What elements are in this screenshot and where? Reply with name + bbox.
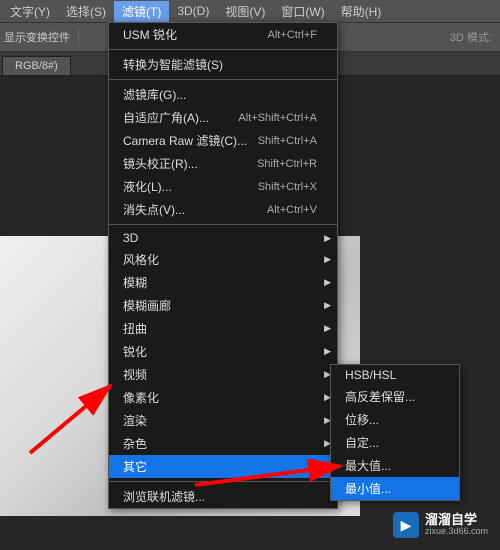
- menubar: 文字(Y) 选择(S) 滤镜(T) 3D(D) 视图(V) 窗口(W) 帮助(H…: [0, 0, 500, 22]
- menu-item-blur[interactable]: 模糊 ▶: [109, 271, 337, 294]
- menu-label: 位移...: [345, 411, 379, 428]
- watermark-site: zixue.3d66.com: [425, 527, 488, 537]
- menu-3d[interactable]: 3D(D): [169, 2, 217, 20]
- menu-item-usm[interactable]: USM 锐化 Alt+Ctrl+F: [109, 23, 337, 46]
- menu-item-other[interactable]: 其它▶: [109, 455, 337, 478]
- menu-item-liquify[interactable]: 液化(L)... Shift+Ctrl+X: [109, 175, 337, 198]
- menu-label: 自定...: [345, 434, 379, 451]
- chevron-right-icon: ▶: [324, 300, 331, 311]
- menu-separator: [109, 481, 337, 482]
- menu-label: 浏览联机滤镜...: [123, 488, 205, 505]
- watermark-brand: 溜溜自学: [425, 513, 488, 527]
- menu-help[interactable]: 帮助(H): [333, 1, 390, 22]
- chevron-right-icon: ▶: [324, 277, 331, 288]
- menu-label: 锐化: [123, 343, 147, 360]
- menu-text[interactable]: 文字(Y): [2, 1, 58, 22]
- menu-shortcut: Shift+Ctrl+R: [257, 158, 317, 170]
- menu-item-camera-raw[interactable]: Camera Raw 滤镜(C)... Shift+Ctrl+A: [109, 129, 337, 152]
- menu-label: HSB/HSL: [345, 368, 396, 382]
- watermark-text: 溜溜自学 zixue.3d66.com: [425, 513, 488, 537]
- menu-item-lens[interactable]: 镜头校正(R)... Shift+Ctrl+R: [109, 152, 337, 175]
- menu-label: 高反差保留...: [345, 388, 415, 405]
- menu-item-gallery[interactable]: 滤镜库(G)...: [109, 83, 337, 106]
- menu-label: 扭曲: [123, 320, 147, 337]
- menu-label: 杂色: [123, 435, 147, 452]
- menu-label: 自适应广角(A)...: [123, 109, 209, 126]
- menu-item-pixelate[interactable]: 像素化▶: [109, 386, 337, 409]
- watermark-logo-icon: ▶: [393, 512, 419, 538]
- menu-item-3d[interactable]: 3D ▶: [109, 228, 337, 248]
- menu-item-render[interactable]: 渲染▶: [109, 409, 337, 432]
- menu-label: 渲染: [123, 412, 147, 429]
- menu-shortcut: Alt+Ctrl+F: [267, 29, 317, 41]
- menu-item-smart-filter[interactable]: 转换为智能滤镜(S): [109, 53, 337, 76]
- watermark: ▶ 溜溜自学 zixue.3d66.com: [393, 512, 488, 538]
- filter-menu: USM 锐化 Alt+Ctrl+F 转换为智能滤镜(S) 滤镜库(G)... 自…: [108, 22, 338, 509]
- submenu-custom[interactable]: 自定...: [331, 431, 459, 454]
- menu-item-sharpen[interactable]: 锐化 ▶: [109, 340, 337, 363]
- menu-label: 最大值...: [345, 457, 391, 474]
- menu-label: 最小值...: [345, 480, 391, 497]
- menu-separator: [109, 224, 337, 225]
- menu-item-video[interactable]: 视频▶: [109, 363, 337, 386]
- menu-item-adaptive[interactable]: 自适应广角(A)... Alt+Shift+Ctrl+A: [109, 106, 337, 129]
- menu-item-stylize[interactable]: 风格化 ▶: [109, 248, 337, 271]
- chevron-right-icon: ▶: [324, 233, 331, 244]
- menu-label: 镜头校正(R)...: [123, 155, 198, 172]
- menu-label: 滤镜库(G)...: [123, 86, 186, 103]
- chevron-right-icon: ▶: [324, 323, 331, 334]
- submenu-minimum[interactable]: 最小值...: [331, 477, 459, 500]
- submenu-hsb[interactable]: HSB/HSL: [331, 365, 459, 385]
- document-tab[interactable]: RGB/8#): [2, 56, 71, 75]
- menu-view[interactable]: 视图(V): [217, 1, 273, 22]
- chevron-right-icon: ▶: [324, 346, 331, 357]
- submenu-highpass[interactable]: 高反差保留...: [331, 385, 459, 408]
- separator: [78, 27, 79, 47]
- menu-shortcut: Shift+Ctrl+X: [258, 181, 317, 193]
- menu-shortcut: Alt+Ctrl+V: [267, 204, 317, 216]
- menu-label: 3D: [123, 231, 138, 245]
- menu-separator: [109, 79, 337, 80]
- menu-label: 模糊画廊: [123, 297, 171, 314]
- menu-item-noise[interactable]: 杂色▶: [109, 432, 337, 455]
- menu-label: 模糊: [123, 274, 147, 291]
- menu-shortcut: Alt+Shift+Ctrl+A: [238, 112, 317, 124]
- menu-label: USM 锐化: [123, 26, 177, 43]
- menu-label: 转换为智能滤镜(S): [123, 56, 223, 73]
- menu-item-browse-online[interactable]: 浏览联机滤镜...: [109, 485, 337, 508]
- menu-item-blur-gallery[interactable]: 模糊画廊 ▶: [109, 294, 337, 317]
- menu-label: 消失点(V)...: [123, 201, 185, 218]
- menu-label: 液化(L)...: [123, 178, 172, 195]
- menu-filter[interactable]: 滤镜(T): [114, 1, 169, 22]
- menu-item-vanishing[interactable]: 消失点(V)... Alt+Ctrl+V: [109, 198, 337, 221]
- menu-label: 其它: [123, 458, 147, 475]
- menu-label: 像素化: [123, 389, 159, 406]
- submenu-offset[interactable]: 位移...: [331, 408, 459, 431]
- menu-label: 视频: [123, 366, 147, 383]
- menu-shortcut: Shift+Ctrl+A: [258, 135, 317, 147]
- menu-window[interactable]: 窗口(W): [273, 1, 332, 22]
- menu-label: 风格化: [123, 251, 159, 268]
- other-submenu: HSB/HSL 高反差保留... 位移... 自定... 最大值... 最小值.…: [330, 364, 460, 501]
- menu-item-distort[interactable]: 扭曲 ▶: [109, 317, 337, 340]
- menu-select[interactable]: 选择(S): [58, 1, 114, 22]
- menu-label: Camera Raw 滤镜(C)...: [123, 132, 247, 149]
- chevron-right-icon: ▶: [324, 254, 331, 265]
- menu-separator: [109, 49, 337, 50]
- show-transform-controls-label: 显示变换控件: [4, 29, 70, 45]
- submenu-maximum[interactable]: 最大值...: [331, 454, 459, 477]
- mode-label: 3D 模式:: [450, 29, 492, 45]
